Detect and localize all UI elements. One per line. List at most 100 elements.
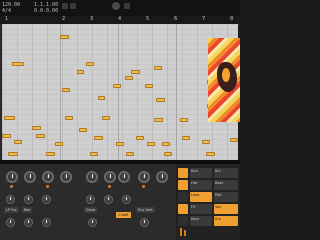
mod-indicator: [108, 185, 111, 188]
clip[interactable]: [145, 84, 153, 88]
knob[interactable]: [138, 171, 150, 183]
clip[interactable]: [154, 118, 163, 122]
album-artwork-image: [208, 38, 240, 122]
clip-slot[interactable]: [178, 168, 188, 178]
clip[interactable]: [180, 118, 188, 122]
knob[interactable]: [122, 195, 131, 204]
clip[interactable]: [77, 70, 84, 74]
knob[interactable]: [156, 171, 168, 183]
clip[interactable]: [36, 134, 45, 138]
ruler-bar-7: 7: [202, 16, 206, 22]
knob[interactable]: [6, 195, 15, 204]
clip-slot[interactable]: FX: [190, 204, 212, 214]
clip-slot[interactable]: Bass: [214, 180, 238, 190]
clip[interactable]: [202, 140, 210, 144]
clip-slot[interactable]: Kick: [190, 168, 212, 178]
param-label[interactable]: Rez: [22, 207, 33, 213]
knob[interactable]: [86, 171, 98, 183]
clip-slot[interactable]: [178, 216, 188, 226]
knob[interactable]: [104, 171, 116, 183]
clip[interactable]: [86, 62, 94, 66]
clip[interactable]: [154, 66, 162, 70]
param-label[interactable]: Drive: [84, 207, 98, 213]
clip[interactable]: [79, 128, 87, 132]
clip-slot[interactable]: [178, 180, 188, 190]
ruler-bar-4: 4: [118, 16, 122, 22]
mod-indicator: [46, 185, 49, 188]
knob[interactable]: [24, 195, 33, 204]
clip[interactable]: [8, 152, 18, 156]
device-panel: LP Frq Rez Drive Cutoff Env Amt: [0, 164, 176, 240]
clip[interactable]: [94, 136, 103, 140]
level-meter: [180, 228, 182, 236]
clip-slot[interactable]: Snr: [214, 168, 238, 178]
clip-slot[interactable]: [178, 192, 188, 202]
knob[interactable]: [24, 218, 33, 227]
knob[interactable]: [104, 195, 113, 204]
knob[interactable]: [88, 218, 97, 227]
knob[interactable]: [60, 171, 72, 183]
bar-divider: [118, 24, 119, 160]
ruler-bar-3: 3: [90, 16, 94, 22]
play-icon[interactable]: [124, 3, 130, 9]
clip[interactable]: [131, 70, 140, 74]
param-label-selected[interactable]: Cutoff: [116, 212, 131, 218]
clip[interactable]: [12, 62, 24, 66]
clip[interactable]: [32, 126, 41, 130]
clip[interactable]: [230, 138, 238, 142]
clip-slot[interactable]: Pad: [214, 192, 238, 202]
ruler-bar-8: 8: [230, 16, 234, 22]
metronome-icon[interactable]: [70, 3, 76, 9]
clip[interactable]: [102, 116, 110, 120]
clip[interactable]: [126, 152, 134, 156]
knob[interactable]: [140, 218, 149, 227]
clip[interactable]: [62, 88, 70, 92]
mod-indicator: [10, 185, 13, 188]
ruler-bar-5: 5: [146, 16, 150, 22]
clip[interactable]: [4, 116, 15, 120]
clip-grid[interactable]: [2, 24, 238, 160]
knob[interactable]: [42, 195, 51, 204]
clip[interactable]: [113, 84, 121, 88]
clip-slot-playing[interactable]: Lead: [190, 192, 212, 202]
clip[interactable]: [46, 152, 55, 156]
knob[interactable]: [86, 195, 95, 204]
clip[interactable]: [136, 136, 144, 140]
knob[interactable]: [6, 218, 15, 227]
record-icon[interactable]: [112, 2, 120, 10]
clip[interactable]: [206, 152, 215, 156]
clip[interactable]: [65, 116, 73, 120]
time-signature[interactable]: 4/4: [2, 8, 11, 14]
knob[interactable]: [42, 171, 54, 183]
clip-slot-playing[interactable]: Arp: [214, 216, 238, 226]
clip[interactable]: [2, 134, 11, 138]
clip[interactable]: [90, 152, 98, 156]
knob[interactable]: [24, 171, 36, 183]
clip[interactable]: [14, 140, 22, 144]
clip-slot[interactable]: [178, 204, 188, 214]
clip[interactable]: [162, 142, 170, 146]
knob[interactable]: [6, 171, 18, 183]
knob[interactable]: [118, 171, 130, 183]
clip[interactable]: [164, 152, 172, 156]
clip[interactable]: [156, 98, 165, 102]
clip[interactable]: [182, 136, 190, 140]
param-label[interactable]: Env Amt: [136, 207, 155, 213]
clip[interactable]: [98, 96, 105, 100]
clip[interactable]: [147, 142, 155, 146]
clip-slot[interactable]: Hat: [190, 180, 212, 190]
knob[interactable]: [42, 218, 51, 227]
bar-divider: [60, 24, 61, 160]
clip[interactable]: [116, 142, 124, 146]
clip[interactable]: [55, 142, 63, 146]
clip[interactable]: [60, 35, 69, 39]
ruler-bar-6: 6: [174, 16, 178, 22]
clip-slot[interactable]: Keys: [190, 216, 212, 226]
param-label[interactable]: LP Frq: [4, 207, 19, 213]
clip[interactable]: [125, 76, 133, 80]
clip-slot-playing[interactable]: Vox: [214, 204, 238, 214]
loop-icon[interactable]: [62, 3, 68, 9]
ruler-bar-1: 1: [5, 16, 9, 22]
bar-divider: [176, 24, 177, 160]
ruler-bar-2: 2: [62, 16, 66, 22]
